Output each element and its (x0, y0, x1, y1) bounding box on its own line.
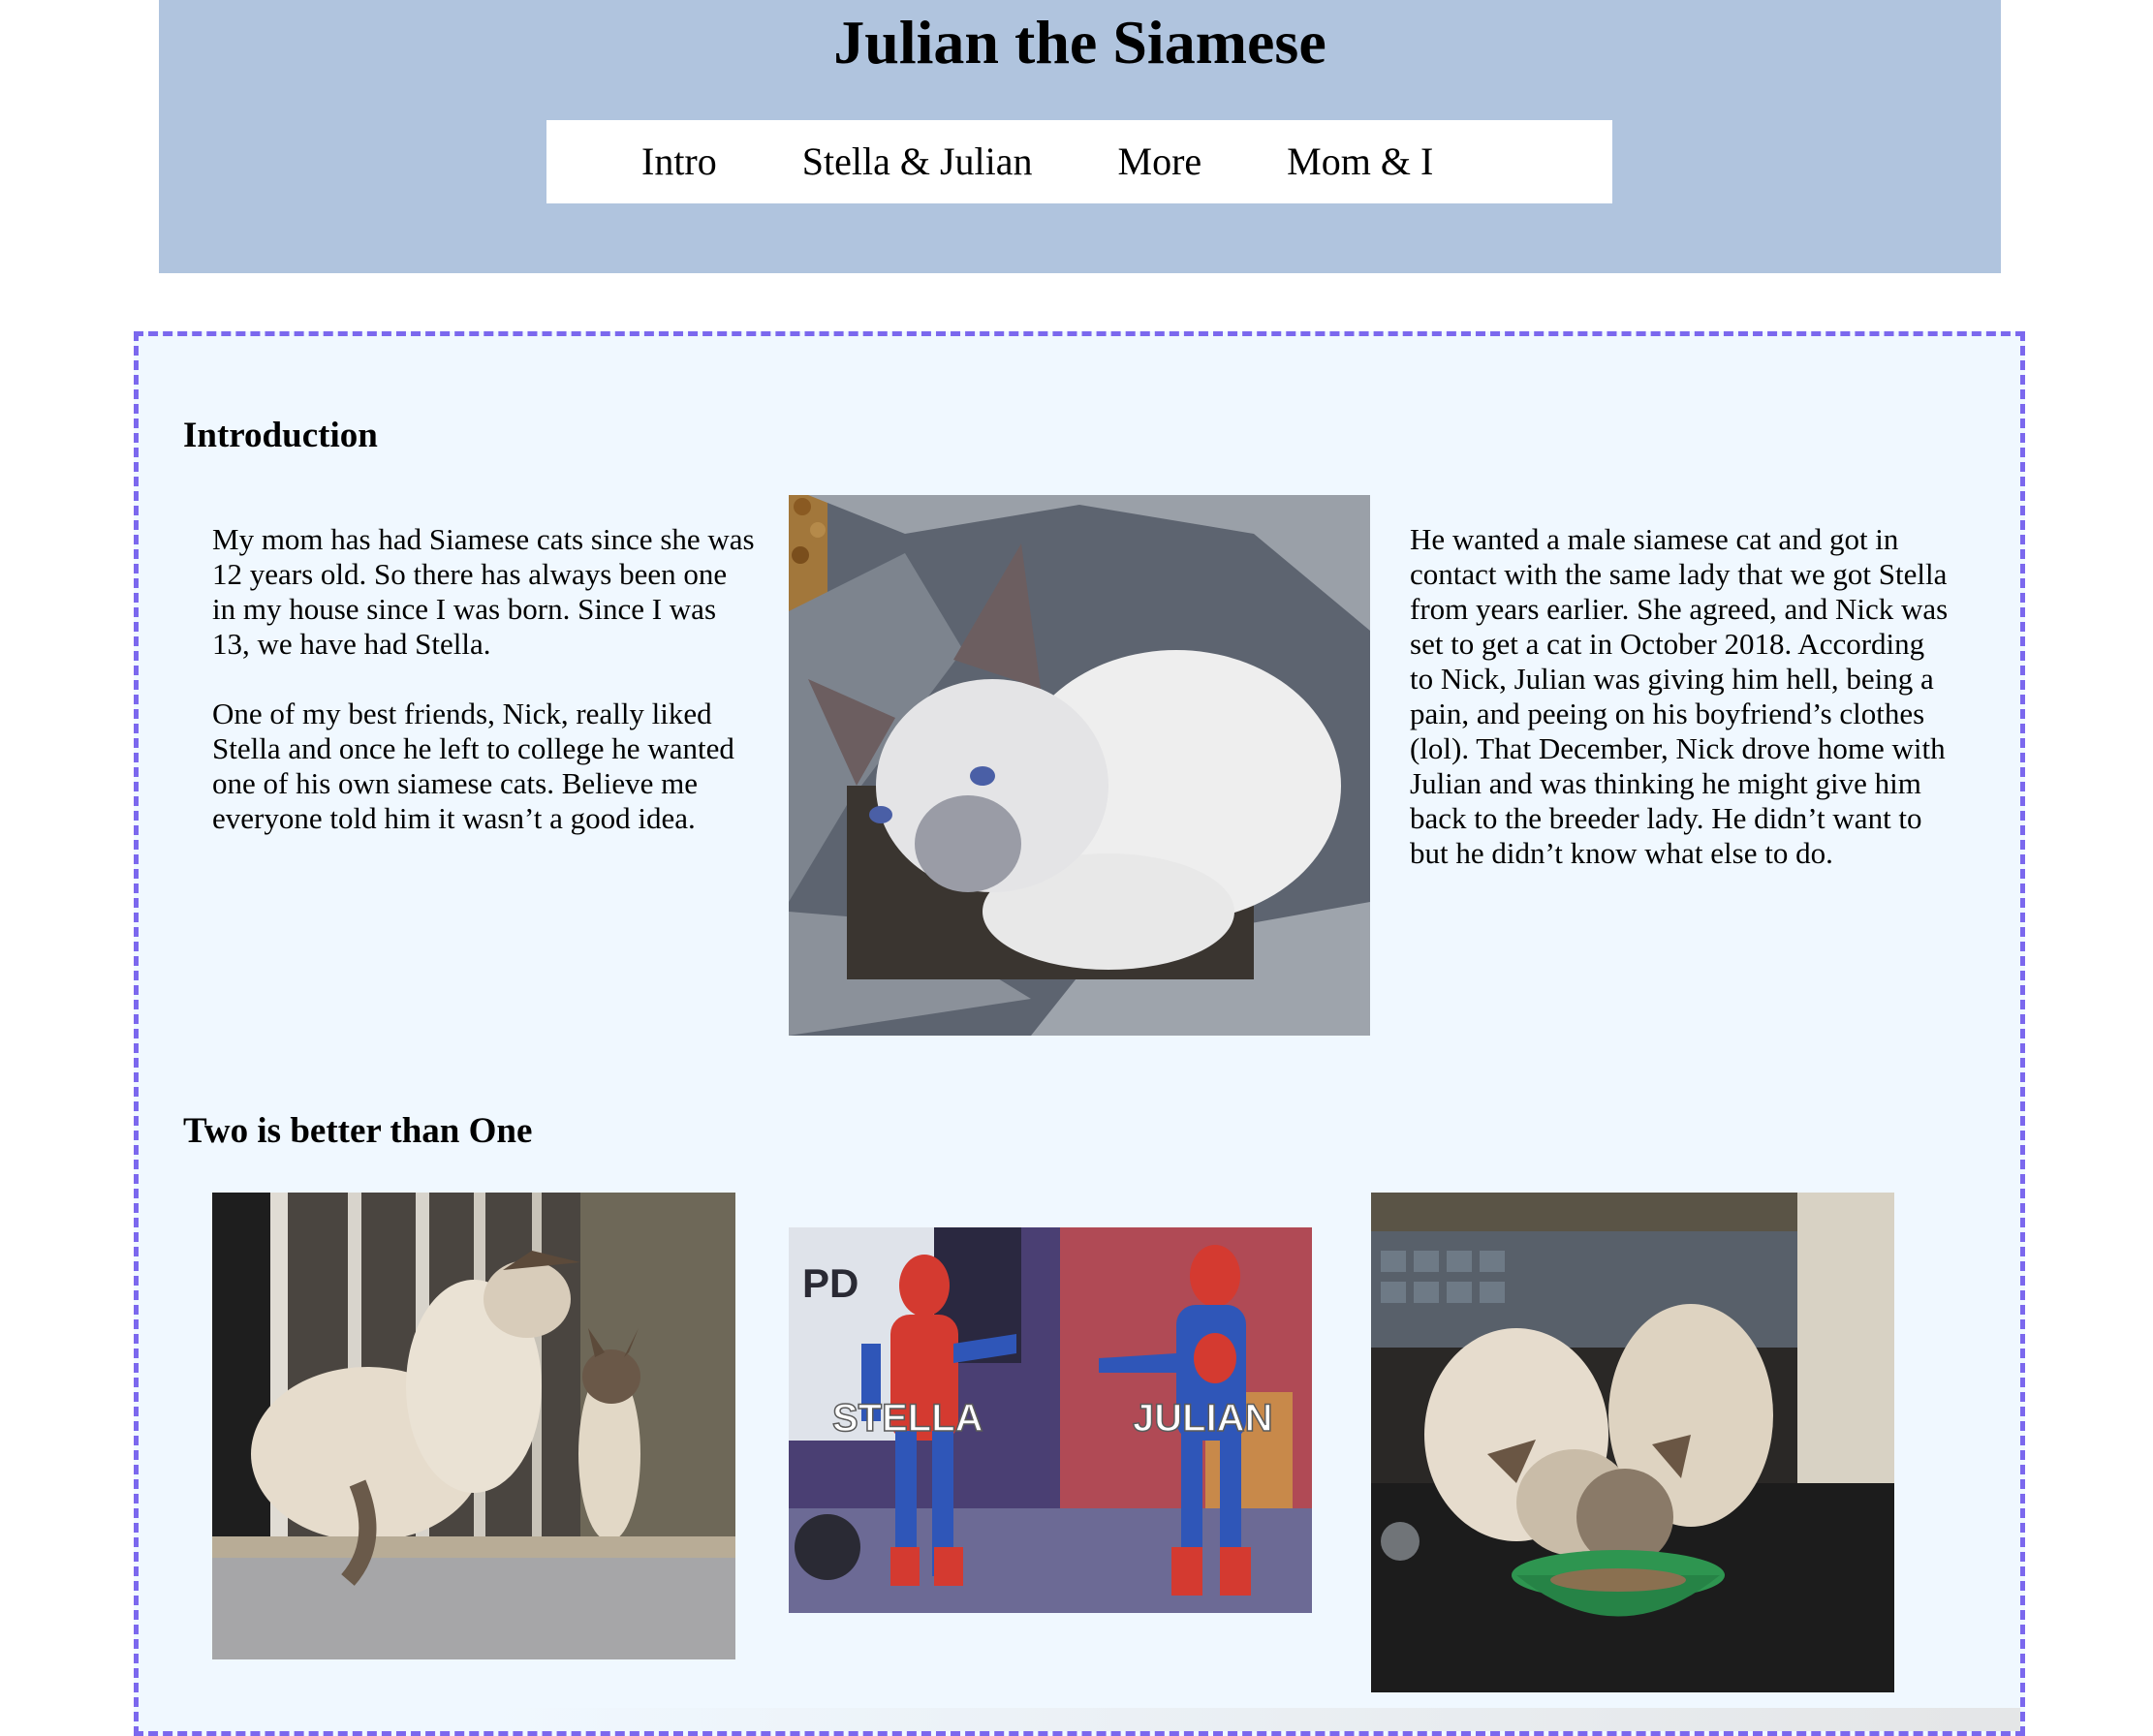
cats-eating-photo (1371, 1193, 1894, 1692)
main-nav: Intro Stella & Julian More Mom & I (546, 120, 1612, 203)
intro-paragraph-2: One of my best friends, Nick, really lik… (212, 697, 734, 835)
cats-on-railing-photo (212, 1193, 735, 1659)
intro-paragraph-3: He wanted a male siamese cat and got in … (1410, 522, 1949, 870)
content-container: Introduction My mom has had Siamese cats… (134, 331, 2025, 1736)
nav-link-mom-and-i[interactable]: Mom & I (1287, 138, 1433, 186)
julian-kitten-photo (789, 495, 1370, 1036)
intro-heading: Introduction (183, 416, 378, 455)
meme-sign-text: PD (802, 1260, 858, 1306)
meme-label-julian: JULIAN (1133, 1397, 1272, 1440)
nav-link-intro[interactable]: Intro (641, 138, 717, 186)
nav-link-stella-julian[interactable]: Stella & Julian (802, 138, 1033, 186)
site-title: Julian the Siamese (833, 8, 1326, 77)
nav-link-more[interactable]: More (1118, 138, 1202, 186)
meme-label-stella: STELLA (832, 1397, 983, 1440)
spiderman-meme-image: PD STELLA JULIAN (789, 1227, 1312, 1613)
intro-paragraph-1: My mom has had Siamese cats since she wa… (212, 522, 755, 661)
site-header: Julian the Siamese Intro Stella & Julian… (159, 0, 2001, 273)
two-section-heading: Two is better than One (183, 1111, 533, 1151)
bottom-shadow (487, 1708, 2020, 1731)
